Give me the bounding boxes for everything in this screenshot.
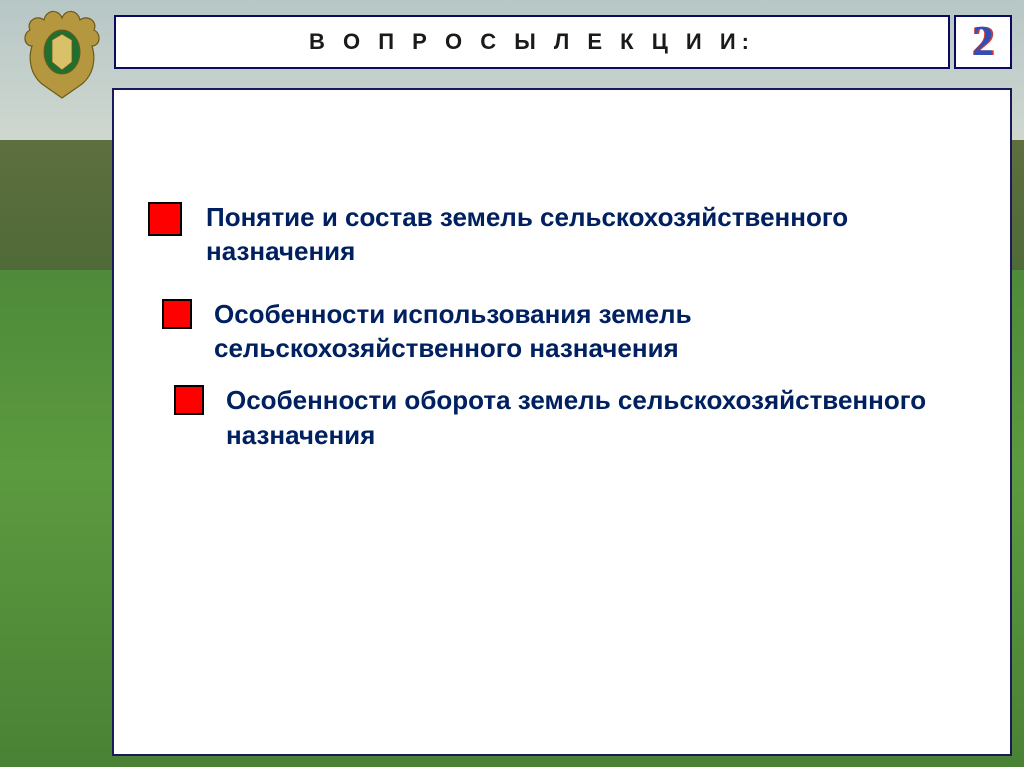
header-title-box: В О П Р О С Ы Л Е К Ц И И:	[114, 15, 950, 69]
list-item-text: Понятие и состав земель сельскохозяйстве…	[206, 200, 966, 269]
slide-number: 2	[973, 18, 994, 66]
list-item: Понятие и состав земель сельскохозяйстве…	[148, 200, 976, 269]
content-panel: Понятие и состав земель сельскохозяйстве…	[112, 88, 1012, 756]
list-item: Особенности использования земель сельско…	[162, 297, 976, 366]
slide: В О П Р О С Ы Л Е К Ц И И: 2 Понятие и с…	[0, 0, 1024, 767]
bullet-icon	[174, 385, 204, 415]
slide-number-box: 2	[954, 15, 1012, 69]
bullet-icon	[148, 202, 182, 236]
bullet-icon	[162, 299, 192, 329]
list-item: Особенности оборота земель сельскохозяйс…	[174, 383, 976, 452]
header-title: В О П Р О С Ы Л Е К Ц И И:	[309, 29, 755, 55]
list-item-text: Особенности использования земель сельско…	[214, 297, 974, 366]
list-item-text: Особенности оборота земель сельскохозяйс…	[226, 383, 976, 452]
coat-of-arms-icon	[18, 4, 106, 100]
